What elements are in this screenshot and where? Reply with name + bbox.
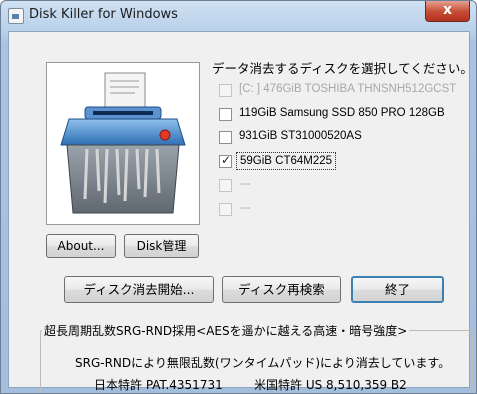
disk-manager-button[interactable]: Disk管理	[124, 234, 199, 258]
info-group-title: 超長周期乱数SRG-RND採用<AESを遥かに越える高速・暗号強度>	[42, 322, 410, 339]
checkbox-checked[interactable]: ✓	[219, 153, 232, 168]
app-icon	[8, 8, 24, 24]
shredder-illustration	[46, 62, 200, 225]
exit-button[interactable]: 終了	[351, 276, 444, 303]
disk-label: ---	[239, 202, 251, 214]
about-button[interactable]: About...	[46, 234, 116, 258]
disk-label: ---	[239, 178, 251, 190]
close-button[interactable]: x	[425, 1, 470, 22]
dialog-body: About... Disk管理 データ消去するディスクを選択してください。 [C…	[8, 31, 473, 393]
paper-shredder-icon	[60, 72, 186, 214]
checkbox	[219, 84, 232, 97]
disk-label[interactable]: 931GiB ST31000520AS	[239, 130, 362, 142]
checkmark-icon: ✓	[221, 153, 232, 167]
disk-label[interactable]: 59GiB CT64M225	[236, 152, 337, 170]
start-erase-button[interactable]: ディスク消去開始...	[64, 276, 214, 303]
checkbox[interactable]	[219, 131, 232, 144]
disk-label: [C: ] 476GiB TOSHIBA THNSNH512GCST	[239, 83, 457, 95]
window-title: Disk Killer for Windows	[29, 7, 178, 22]
app-window: Disk Killer for Windows x About... Disk管…	[0, 0, 477, 394]
rescan-disks-button[interactable]: ディスク再検索	[222, 276, 341, 303]
jp-patent-text: 日本特許 PAT.4351731	[94, 378, 223, 392]
us-patent-text: 米国特許 US 8,510,359 B2	[254, 378, 407, 392]
checkbox[interactable]	[219, 108, 232, 121]
disk-label[interactable]: 119GiB Samsung SSD 850 PRO 128GB	[239, 107, 445, 119]
checkbox	[219, 179, 232, 192]
info-description: SRG-RNDにより無限乱数(ワンタイムパッド)により消去しています。	[75, 356, 451, 370]
title-bar[interactable]: Disk Killer for Windows x	[1, 1, 476, 31]
checkbox	[219, 203, 232, 216]
disk-select-prompt: データ消去するディスクを選択してください。	[212, 61, 473, 76]
